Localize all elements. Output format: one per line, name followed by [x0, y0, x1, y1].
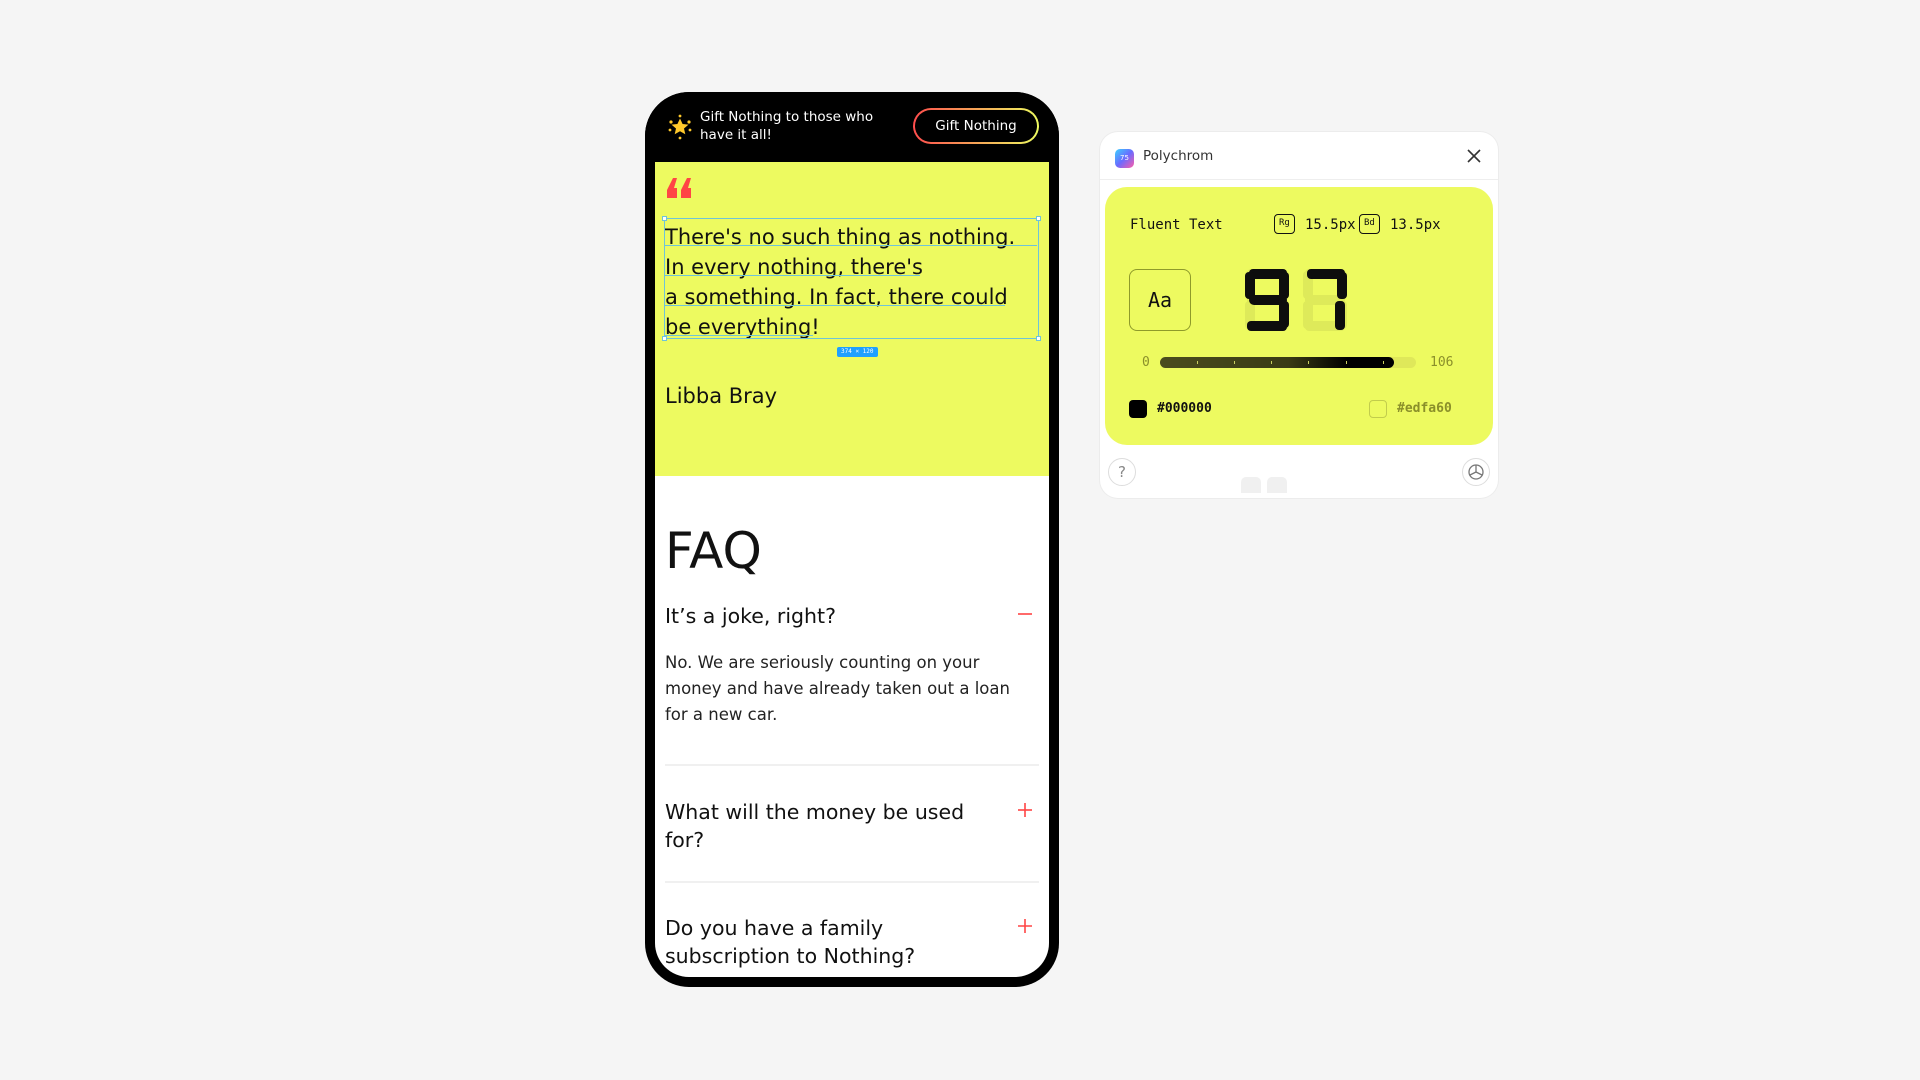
foreground-hex[interactable]: #000000 [1157, 401, 1212, 416]
quote-section: There's no such thing as nothing. In eve… [655, 162, 1049, 476]
slider-max-label: 106 [1430, 355, 1454, 370]
decorative-icon [1241, 477, 1261, 493]
polychrom-logo-icon: 75 [1115, 149, 1134, 168]
slider-min-label: 0 [1142, 355, 1150, 370]
foreground-color-swatch[interactable] [1129, 400, 1147, 418]
slider-tick [1234, 361, 1236, 364]
slider-fill [1160, 357, 1395, 368]
regular-size: 15.5px [1305, 217, 1356, 233]
faq-question: Do you have a family subscription to Not… [665, 916, 916, 968]
settings-button[interactable] [1462, 458, 1490, 486]
quote-author: Libba Bray [665, 384, 778, 408]
gift-nothing-button[interactable]: Gift Nothing [913, 108, 1039, 144]
resize-handle[interactable] [662, 216, 667, 221]
quote-mark-icon [667, 178, 691, 198]
phone-screen: There's no such thing as nothing. In eve… [655, 162, 1049, 977]
star-icon [668, 114, 692, 140]
faq-title: FAQ [665, 522, 762, 580]
slider-tick [1382, 361, 1384, 364]
plus-icon[interactable] [1017, 918, 1033, 934]
promo-banner: Gift Nothing to those who have it all! G… [645, 92, 1059, 162]
quote-line: a something. In fact, there could [665, 282, 1039, 312]
banner-text: Gift Nothing to those who have it all! [700, 109, 874, 143]
close-icon[interactable] [1464, 146, 1484, 166]
polychrom-panel: 75 Polychrom Fluent Text Rg 15.5px Bd 13… [1100, 132, 1498, 498]
decorative-icon [1267, 477, 1287, 493]
panel-header: 75 Polychrom [1100, 132, 1498, 180]
panel-title: Polychrom [1143, 148, 1214, 164]
slider-tick [1345, 361, 1347, 364]
phone-mockup: Gift Nothing to those who have it all! G… [645, 92, 1059, 987]
gift-nothing-label: Gift Nothing [915, 110, 1037, 142]
contrast-card: Fluent Text Rg 15.5px Bd 13.5px Aa 0 106… [1105, 187, 1493, 445]
font-sample: Aa [1129, 269, 1191, 331]
slider-tick [1197, 361, 1199, 364]
plus-icon[interactable] [1017, 802, 1033, 818]
bold-weight-badge: Bd [1359, 214, 1380, 234]
minus-icon[interactable] [1017, 606, 1033, 622]
faq-answer: No. We are seriously counting on your mo… [665, 653, 1010, 724]
faq-question: It’s a joke, right? [665, 604, 836, 628]
faq-question: What will the money be used for? [665, 800, 965, 852]
slider-tick [1308, 361, 1310, 364]
regular-weight-badge: Rg [1274, 214, 1295, 234]
background-hex[interactable]: #edfa60 [1397, 401, 1452, 416]
faq-divider [665, 764, 1039, 766]
help-icon: ? [1118, 463, 1126, 481]
selection-size-badge: 374 × 120 [837, 347, 878, 357]
faq-divider [665, 881, 1039, 883]
mode-label: Fluent Text [1130, 217, 1223, 233]
score-display: 97 [1245, 269, 1347, 331]
resize-handle[interactable] [1036, 216, 1041, 221]
faq-item[interactable]: Do you have a family subscription to Not… [665, 914, 1039, 970]
help-button[interactable]: ? [1108, 458, 1136, 486]
quote-line: In every nothing, there's [665, 252, 1039, 282]
quote-line: be everything! [665, 312, 1039, 342]
aperture-icon [1468, 464, 1484, 480]
faq-item[interactable]: It’s a joke, right? No. We are seriously… [665, 602, 1039, 728]
bold-size: 13.5px [1390, 217, 1441, 233]
faq-item[interactable]: What will the money be used for? [665, 798, 1039, 854]
background-color-swatch[interactable] [1369, 400, 1387, 418]
contrast-slider[interactable] [1160, 357, 1416, 368]
quote-line: There's no such thing as nothing. [665, 222, 1039, 252]
quote-text[interactable]: There's no such thing as nothing. In eve… [662, 216, 1041, 357]
slider-tick [1271, 361, 1273, 364]
